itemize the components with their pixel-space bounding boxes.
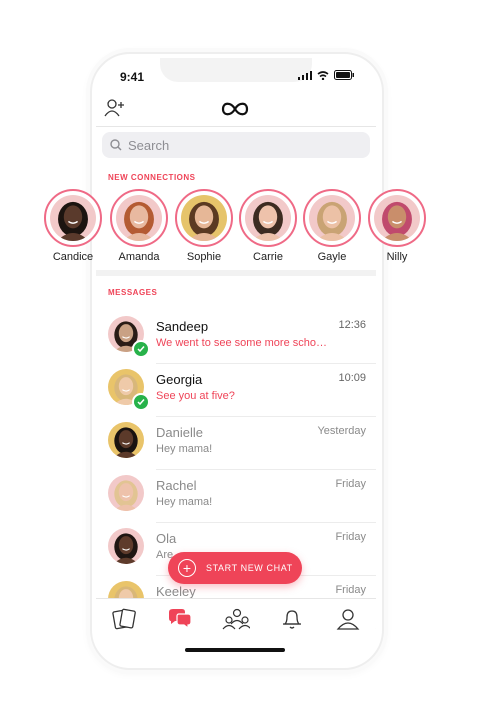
row-divider [156,363,376,364]
message-sender: Rachel [156,478,197,493]
connection-ring [239,189,297,247]
profile-icon[interactable] [334,605,362,633]
status-time: 9:41 [120,70,145,84]
avatar [181,195,227,241]
home-indicator [185,648,285,652]
connection-ring [175,189,233,247]
message-sender: Danielle [156,425,203,440]
row-divider [156,416,376,417]
avatar-photo [50,195,96,241]
search-input[interactable]: Search [102,132,370,158]
message-sender: Keeley [156,584,196,599]
bell-icon[interactable] [278,605,306,633]
connection-amanda[interactable]: Amanda [108,189,170,263]
avatar-photo [108,422,144,458]
battery-icon [334,70,354,80]
avatar [374,195,420,241]
connection-ring [368,189,426,247]
message-time: Friday [335,584,366,596]
community-icon[interactable] [222,605,250,633]
connection-ring [44,189,102,247]
avatar [108,422,144,458]
connection-name: Sophie [186,251,222,263]
app-header [96,92,376,127]
tab-bar [96,598,376,639]
message-sender: Ola [156,531,177,546]
connection-name: Carrie [253,251,283,263]
message-row-danielle[interactable]: Danielle Hey mama! Yesterday [108,418,376,470]
connection-gayle[interactable]: Gayle [301,189,363,263]
avatar-photo [181,195,227,241]
avatar-photo [108,475,144,511]
message-time: 10:09 [338,372,366,384]
avatar [245,195,291,241]
avatar [309,195,355,241]
message-time: Friday [335,478,366,490]
connection-name: Gayle [317,251,347,263]
cards-icon[interactable] [110,605,138,633]
section-divider [96,270,376,276]
connection-ring [303,189,361,247]
plus-icon: + [178,559,196,577]
chat-icon[interactable] [166,605,194,633]
message-time: Friday [335,531,366,543]
connection-nilly[interactable]: Nilly [366,189,428,263]
new-connections-label: NEW CONNECTIONS [108,173,196,182]
start-new-chat-label: START NEW CHAT [206,563,293,573]
app-logo-icon [221,101,249,122]
message-preview: See you at five? [156,390,235,402]
search-icon [110,139,122,151]
message-sender: Georgia [156,372,203,387]
avatar-photo [374,195,420,241]
message-row-georgia[interactable]: Georgia See you at five? 10:09 [108,365,376,417]
message-sender: Sandeep [156,319,209,334]
messages-label: MESSAGES [108,288,158,297]
avatar [50,195,96,241]
avatar-photo [309,195,355,241]
connection-name: Candice [52,251,94,263]
online-check-icon [132,393,150,411]
row-divider [156,469,376,470]
avatar-photo [108,528,144,564]
row-divider [156,522,376,523]
wifi-icon [317,70,329,80]
connection-name: Nilly [386,251,408,263]
message-preview: Hey mama! [156,496,213,508]
avatar [116,195,162,241]
signal-icon [298,70,312,80]
connection-name: Amanda [118,251,160,263]
connection-ring [110,189,168,247]
online-check-icon [132,340,150,358]
message-preview: Hey mama! [156,443,213,455]
avatar-photo [245,195,291,241]
avatar [108,475,144,511]
message-time: Yesterday [317,425,366,437]
avatar [108,528,144,564]
message-time: 12:36 [338,319,366,331]
connection-candice[interactable]: Candice [42,189,104,263]
message-preview: We went to see some more scho… [156,337,327,349]
device-notch [160,58,312,82]
add-user-icon[interactable] [104,98,126,123]
avatar-photo [116,195,162,241]
search-placeholder: Search [128,137,170,153]
connection-sophie[interactable]: Sophie [173,189,235,263]
message-row-rachel[interactable]: Rachel Hey mama! Friday [108,471,376,523]
start-new-chat-button[interactable]: + START NEW CHAT [168,552,302,584]
connection-carrie[interactable]: Carrie [237,189,299,263]
message-row-sandeep[interactable]: Sandeep We went to see some more scho… 12:… [108,312,376,364]
status-icons [298,70,354,80]
